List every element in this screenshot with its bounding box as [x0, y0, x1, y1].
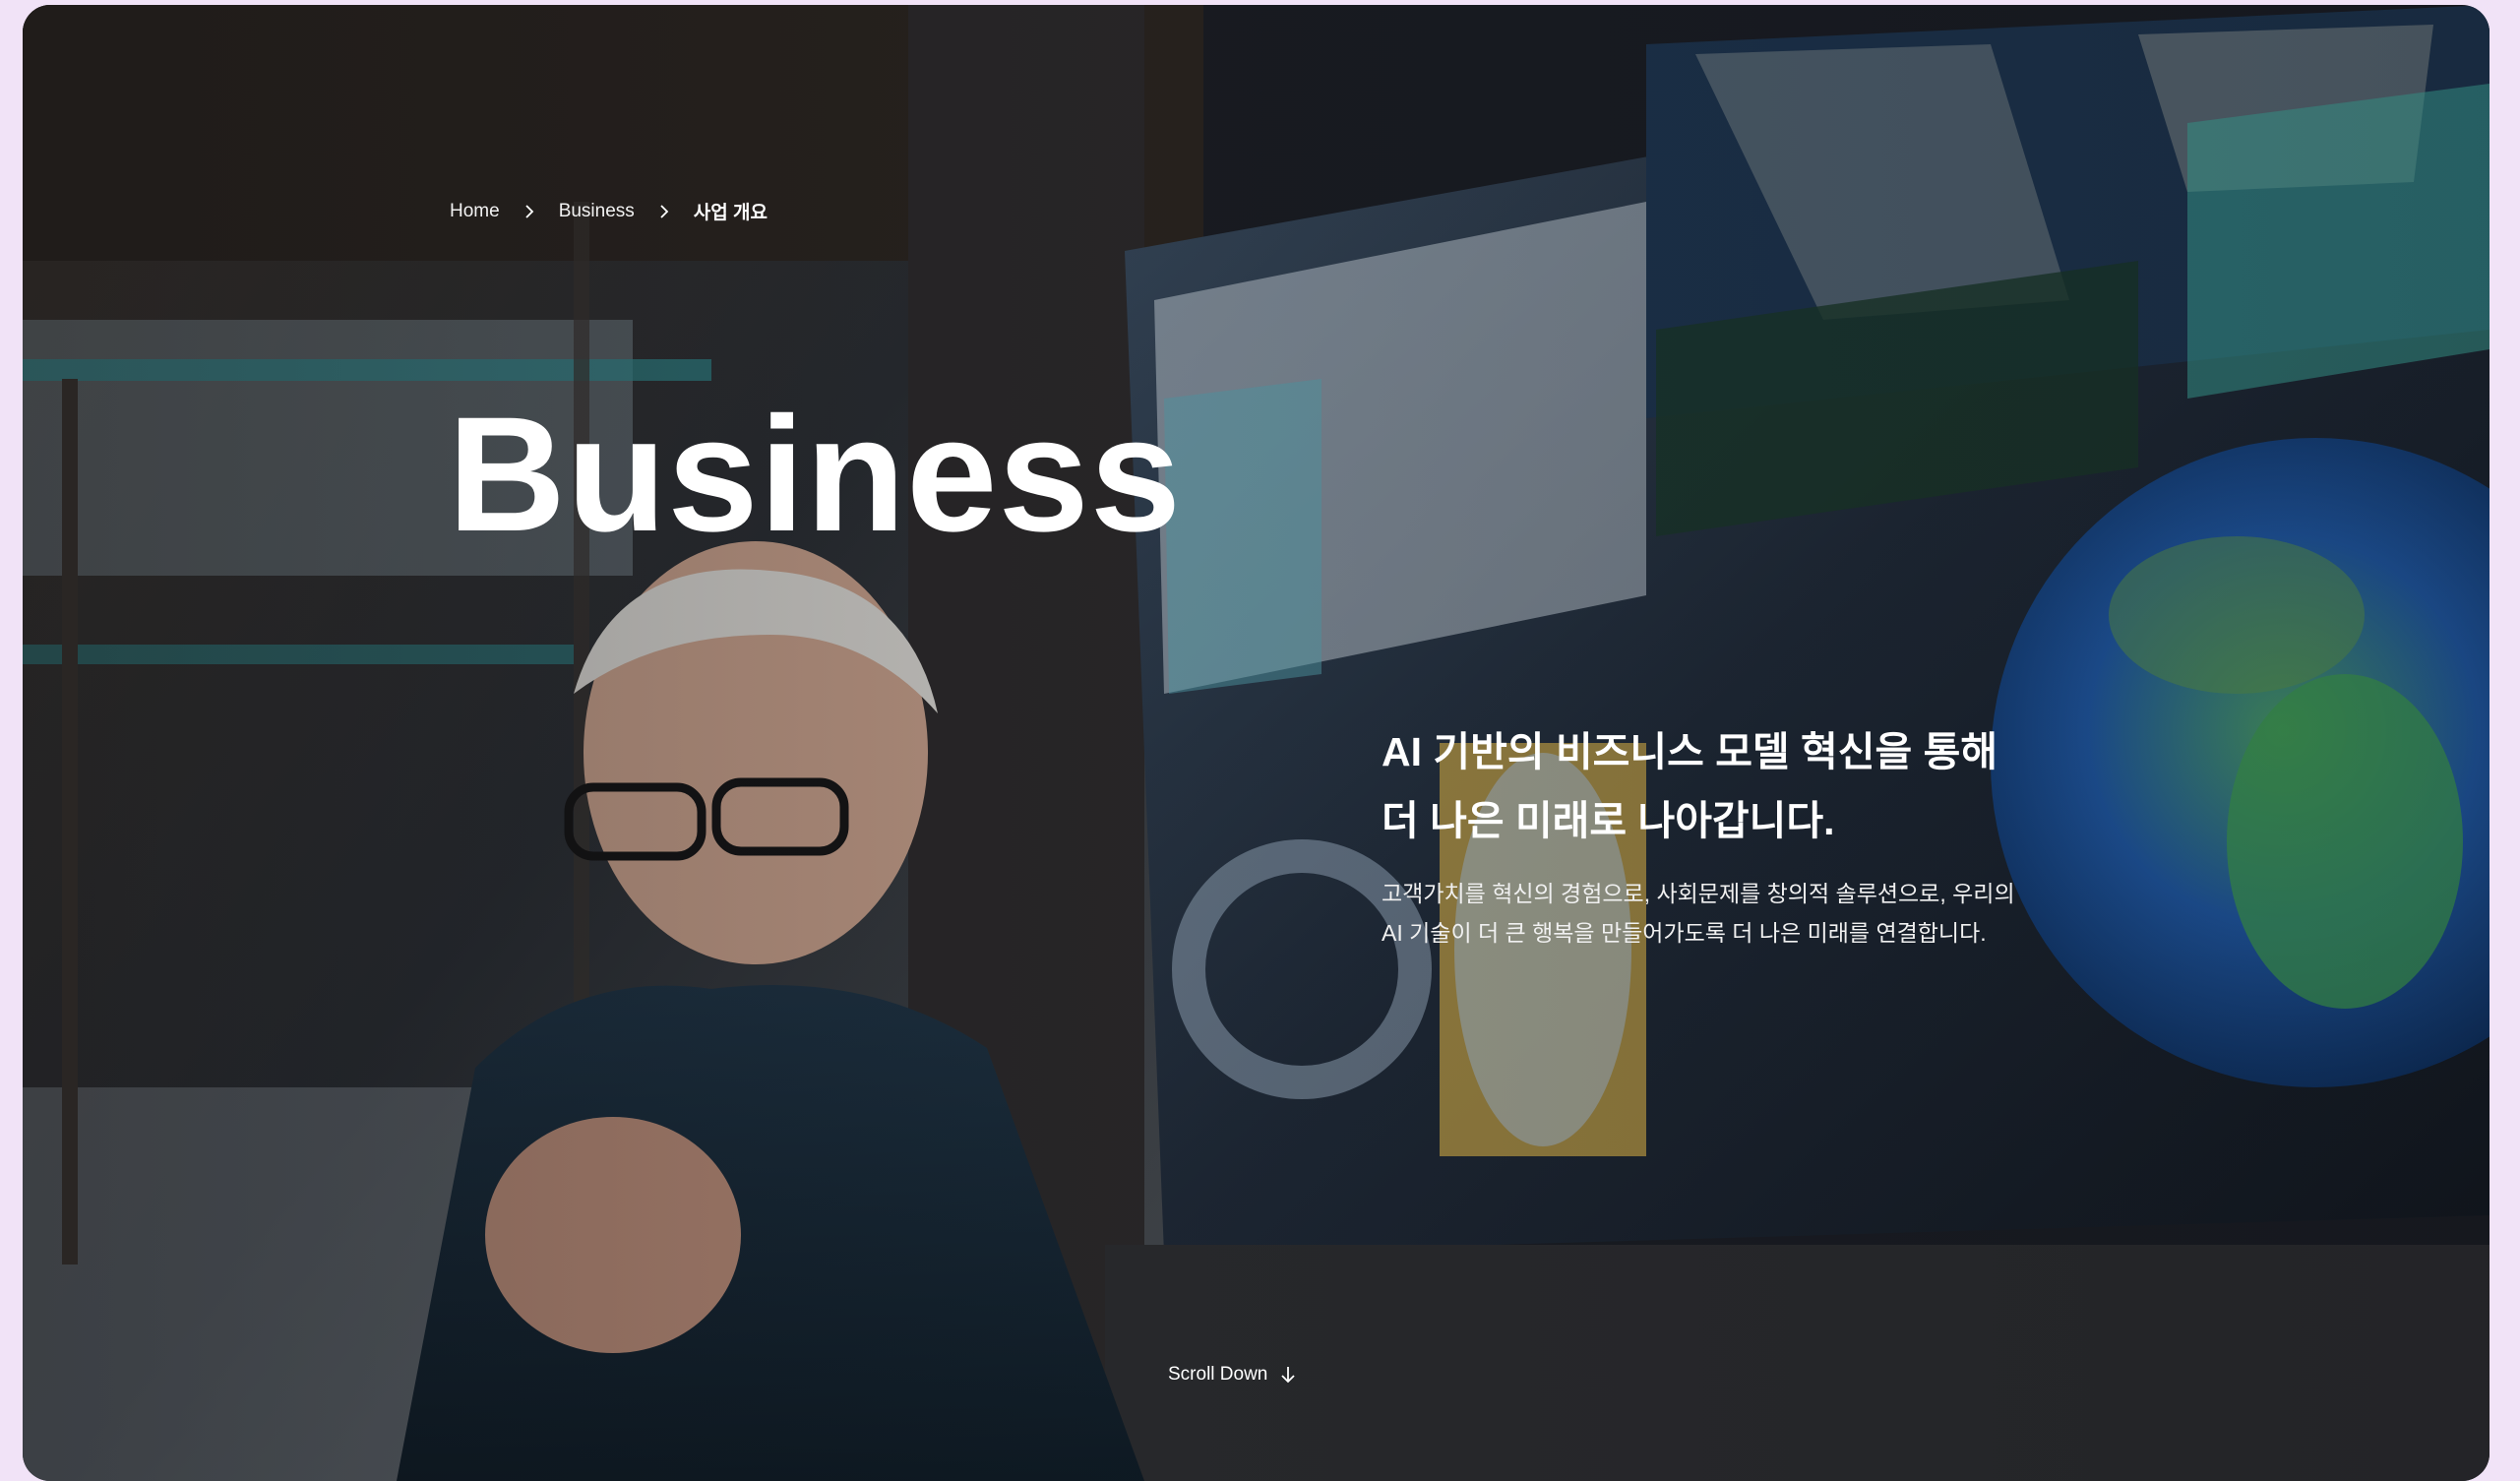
scroll-down-button[interactable]: Scroll Down: [1168, 1364, 1297, 1386]
chevron-right-icon: [660, 204, 669, 218]
breadcrumb-business-link[interactable]: Business: [559, 201, 635, 222]
breadcrumb: Home Business 사업 개요: [450, 198, 768, 224]
hero-section: Home Business 사업 개요 Business AI 기반의 비즈니스…: [23, 5, 2489, 1481]
hero-headline: AI 기반의 비즈니스 모델 혁신을 통해 더 나은 미래로 나아갑니다.: [1382, 729, 1998, 843]
breadcrumb-current: 사업 개요: [693, 203, 768, 223]
scroll-down-label: Scroll Down: [1168, 1364, 1268, 1385]
page-title: Business: [448, 384, 1183, 566]
hero-description: 고객가치를 혁신의 경험으로, 사회문제를 창의적 솔루션으로, 우리의 AI …: [1382, 881, 2015, 946]
breadcrumb-home-link[interactable]: Home: [450, 201, 500, 222]
chevron-right-icon: [525, 204, 533, 218]
arrow-down-icon: [1281, 1367, 1296, 1384]
